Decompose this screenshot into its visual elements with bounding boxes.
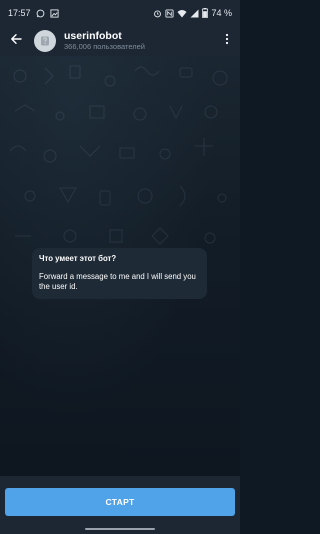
bot-info-title: Что умеет этот бот? (39, 254, 117, 263)
battery-icon (202, 8, 209, 18)
avatar[interactable] (34, 30, 56, 52)
chat-title: userinfobot (64, 30, 122, 42)
start-button[interactable]: СТАРТ (5, 488, 235, 516)
battery-percent: 74 % (211, 8, 232, 18)
wifi-icon (177, 9, 187, 18)
gesture-nav-handle (85, 528, 155, 530)
background-pattern (9, 65, 228, 245)
signal-icon (190, 9, 199, 18)
bot-info-description: Forward a message to me and I will send … (39, 272, 196, 291)
more-vert-icon (225, 32, 229, 50)
back-button[interactable] (2, 26, 30, 56)
arrow-left-icon (10, 32, 22, 50)
bottom-bar: СТАРТ (0, 476, 240, 534)
menu-button[interactable] (216, 26, 238, 56)
nfc-icon (165, 8, 175, 18)
chat-title-block[interactable]: userinfobot 366,006 пользователей (64, 30, 145, 52)
image-icon (49, 8, 59, 18)
status-time: 17:57 (8, 8, 31, 18)
question-mark-icon (41, 36, 49, 46)
chat-header: userinfobot 366,006 пользователей (0, 26, 240, 56)
chat-subtitle: 366,006 пользователей (64, 42, 145, 51)
whatsapp-icon (36, 9, 45, 18)
chat-background: Что умеет этот бот? Forward a message to… (0, 56, 240, 476)
alarm-icon (153, 9, 162, 18)
bot-info-card: Что умеет этот бот? Forward a message to… (32, 248, 207, 299)
status-bar: 17:57 74 % (0, 0, 240, 26)
